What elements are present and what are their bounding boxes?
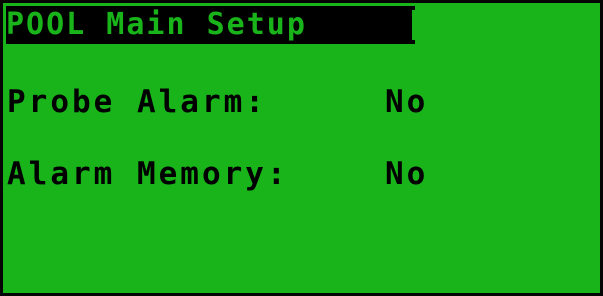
field-row-alarm-memory[interactable]: Alarm Memory: No [7, 156, 425, 192]
lcd-display: POOL Main Setup Probe Alarm: No Alarm Me… [0, 0, 603, 296]
screen-title: POOL Main Setup [6, 7, 307, 42]
field-value[interactable]: No [385, 156, 428, 192]
field-label: Alarm Memory: [7, 156, 289, 192]
text-cursor [412, 10, 415, 40]
title-bar: POOL Main Setup [6, 6, 415, 44]
field-row-probe-alarm[interactable]: Probe Alarm: No [7, 84, 425, 120]
field-label: Probe Alarm: [7, 84, 267, 120]
field-value[interactable]: No [385, 84, 428, 120]
